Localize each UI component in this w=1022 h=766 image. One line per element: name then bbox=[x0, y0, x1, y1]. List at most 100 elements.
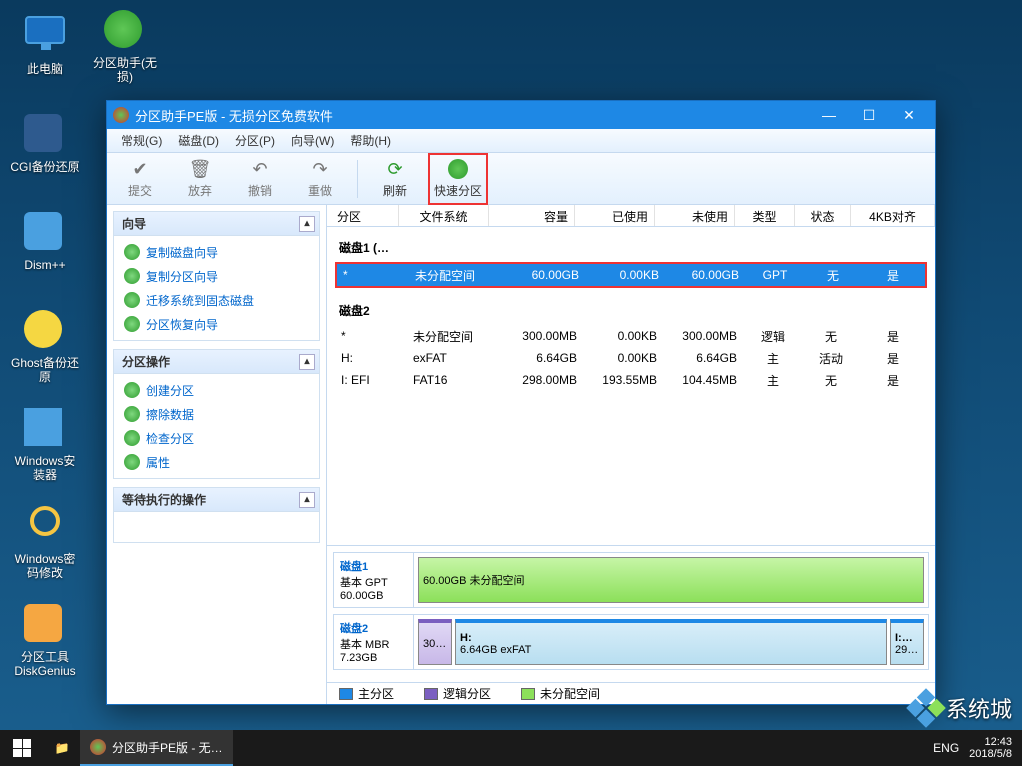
wizard-icon bbox=[124, 244, 140, 260]
legend-swatch-primary bbox=[339, 688, 353, 700]
desktop-icon-partition-assistant[interactable]: 分区助手(无损) bbox=[90, 10, 160, 108]
trash-icon: 🗑 bbox=[189, 158, 211, 180]
check-icon: ✔ bbox=[129, 158, 151, 180]
window-title: 分区助手PE版 - 无损分区免费软件 bbox=[135, 106, 333, 125]
menu-wizard[interactable]: 向导(W) bbox=[283, 132, 342, 149]
op-check-partition[interactable]: 检查分区 bbox=[114, 426, 319, 450]
column-headers: 分区 文件系统 容量 已使用 未使用 类型 状态 4KB对齐 bbox=[327, 205, 935, 227]
desktop-icon-win-password[interactable]: Windows密码修改 bbox=[10, 506, 80, 576]
titlebar[interactable]: 分区助手PE版 - 无损分区免费软件 — ☐ ✕ bbox=[107, 101, 935, 129]
op-icon bbox=[124, 430, 140, 446]
menu-help[interactable]: 帮助(H) bbox=[342, 132, 399, 149]
taskbar: 📁 分区助手PE版 - 无… ENG 12:43 2018/5/8 bbox=[0, 730, 1022, 766]
col-used[interactable]: 已使用 bbox=[575, 205, 655, 226]
disk-map[interactable]: 磁盘2 基本 MBR 7.23GB 30… H: 6.64GB exFAT I:… bbox=[333, 614, 929, 670]
col-filesystem[interactable]: 文件系统 bbox=[399, 205, 489, 226]
app-icon bbox=[90, 739, 106, 755]
segment-primary[interactable]: I:… 29… bbox=[890, 619, 924, 665]
desktop-icon-win-installer[interactable]: Windows安装器 bbox=[10, 408, 80, 478]
desktop-icons-col1: 此电脑 CGI备份还原 Dism++ Ghost备份还原 Windows安装器 … bbox=[10, 10, 100, 702]
disk-map-area: 磁盘1 基本 GPT 60.00GB 60.00GB 未分配空间 磁盘2 基本 … bbox=[327, 545, 935, 682]
app-window: 分区助手PE版 - 无损分区免费软件 — ☐ ✕ 常规(G) 磁盘(D) 分区(… bbox=[106, 100, 936, 705]
legend-swatch-unalloc bbox=[521, 688, 535, 700]
toolbar-separator bbox=[357, 160, 358, 198]
redo-icon: ↷ bbox=[309, 158, 331, 180]
toolbar-refresh[interactable]: ⟳刷新 bbox=[368, 156, 422, 202]
toolbar-undo[interactable]: ↶撤销 bbox=[233, 156, 287, 202]
main-area: 分区 文件系统 容量 已使用 未使用 类型 状态 4KB对齐 磁盘1 (… * … bbox=[327, 205, 935, 704]
table-row[interactable]: H: exFAT 6.64GB 0.00KB 6.64GB 主 活动 是 bbox=[335, 347, 927, 369]
panel-pending: 等待执行的操作▴ bbox=[113, 487, 320, 543]
disk-header[interactable]: 磁盘1 (… bbox=[335, 233, 927, 262]
disk-icon bbox=[447, 158, 469, 180]
op-icon bbox=[124, 454, 140, 470]
disk-map[interactable]: 磁盘1 基本 GPT 60.00GB 60.00GB 未分配空间 bbox=[333, 552, 929, 608]
wizard-copy-disk[interactable]: 复制磁盘向导 bbox=[114, 240, 319, 264]
wizard-icon bbox=[124, 268, 140, 284]
disk-map-info: 磁盘1 基本 GPT 60.00GB bbox=[334, 553, 414, 607]
toolbar: ✔提交 🗑放弃 ↶撤销 ↷重做 ⟳刷新 快速分区 bbox=[107, 153, 935, 205]
menu-general[interactable]: 常规(G) bbox=[113, 132, 170, 149]
refresh-icon: ⟳ bbox=[384, 158, 406, 180]
tray-lang[interactable]: ENG bbox=[933, 741, 959, 755]
table-row[interactable]: * 未分配空间 60.00GB 0.00KB 60.00GB GPT 无 是 bbox=[337, 264, 925, 286]
wizard-icon bbox=[124, 292, 140, 308]
disk-header[interactable]: 磁盘2 bbox=[335, 296, 927, 325]
desktop-icon-diskgenius[interactable]: 分区工具DiskGenius bbox=[10, 604, 80, 674]
undo-icon: ↶ bbox=[249, 158, 271, 180]
watermark: 系统城 bbox=[912, 692, 1012, 724]
toolbar-quick-partition[interactable]: 快速分区 bbox=[431, 156, 485, 202]
collapse-button[interactable]: ▴ bbox=[299, 492, 315, 508]
sidebar: 向导▴ 复制磁盘向导 复制分区向导 迁移系统到固态磁盘 分区恢复向导 分区操作▴… bbox=[107, 205, 327, 704]
segment-unallocated[interactable]: 60.00GB 未分配空间 bbox=[418, 557, 924, 603]
minimize-button[interactable]: — bbox=[809, 101, 849, 129]
op-erase-data[interactable]: 擦除数据 bbox=[114, 402, 319, 426]
wizard-migrate-ssd[interactable]: 迁移系统到固态磁盘 bbox=[114, 288, 319, 312]
col-capacity[interactable]: 容量 bbox=[489, 205, 575, 226]
table-row[interactable]: * 未分配空间 300.00MB 0.00KB 300.00MB 逻辑 无 是 bbox=[335, 325, 927, 347]
segment-primary[interactable]: H: 6.64GB exFAT bbox=[455, 619, 887, 665]
col-unused[interactable]: 未使用 bbox=[655, 205, 735, 226]
segment-logical[interactable]: 30… bbox=[418, 619, 452, 665]
system-tray: ENG 12:43 2018/5/8 bbox=[923, 736, 1022, 760]
collapse-button[interactable]: ▴ bbox=[299, 354, 315, 370]
close-button[interactable]: ✕ bbox=[889, 101, 929, 129]
desktop-icon-cgi-backup[interactable]: CGI备份还原 bbox=[10, 114, 80, 184]
table-row[interactable]: I: EFI FAT16 298.00MB 193.55MB 104.45MB … bbox=[335, 369, 927, 391]
col-type[interactable]: 类型 bbox=[735, 205, 795, 226]
desktop-icon-dism[interactable]: Dism++ bbox=[10, 212, 80, 282]
op-create-partition[interactable]: 创建分区 bbox=[114, 378, 319, 402]
taskbar-app-button[interactable]: 分区助手PE版 - 无… bbox=[80, 730, 233, 766]
panel-wizard: 向导▴ 复制磁盘向导 复制分区向导 迁移系统到固态磁盘 分区恢复向导 bbox=[113, 211, 320, 341]
desktop-icon-this-pc[interactable]: 此电脑 bbox=[10, 16, 80, 86]
legend: 主分区 逻辑分区 未分配空间 bbox=[327, 682, 935, 704]
menu-partition[interactable]: 分区(P) bbox=[227, 132, 283, 149]
window-controls: — ☐ ✕ bbox=[809, 101, 929, 129]
taskbar-file-explorer[interactable]: 📁 bbox=[44, 730, 80, 766]
panel-ops: 分区操作▴ 创建分区 擦除数据 检查分区 属性 bbox=[113, 349, 320, 479]
op-properties[interactable]: 属性 bbox=[114, 450, 319, 474]
tray-clock[interactable]: 12:43 2018/5/8 bbox=[969, 736, 1012, 760]
disk-map-info: 磁盘2 基本 MBR 7.23GB bbox=[334, 615, 414, 669]
toolbar-discard[interactable]: 🗑放弃 bbox=[173, 156, 227, 202]
partition-list: 磁盘1 (… * 未分配空间 60.00GB 0.00KB 60.00GB GP… bbox=[327, 227, 935, 545]
maximize-button[interactable]: ☐ bbox=[849, 101, 889, 129]
wizard-copy-partition[interactable]: 复制分区向导 bbox=[114, 264, 319, 288]
col-partition[interactable]: 分区 bbox=[327, 205, 399, 226]
op-icon bbox=[124, 382, 140, 398]
menubar: 常规(G) 磁盘(D) 分区(P) 向导(W) 帮助(H) bbox=[107, 129, 935, 153]
col-4k-align[interactable]: 4KB对齐 bbox=[851, 205, 935, 226]
menu-disk[interactable]: 磁盘(D) bbox=[170, 132, 227, 149]
col-status[interactable]: 状态 bbox=[795, 205, 851, 226]
app-icon bbox=[113, 107, 129, 123]
highlight-selected-row: * 未分配空间 60.00GB 0.00KB 60.00GB GPT 无 是 bbox=[335, 262, 927, 288]
legend-swatch-logical bbox=[424, 688, 438, 700]
wizard-icon bbox=[124, 316, 140, 332]
toolbar-redo[interactable]: ↷重做 bbox=[293, 156, 347, 202]
desktop-icon-ghost[interactable]: Ghost备份还原 bbox=[10, 310, 80, 380]
toolbar-commit[interactable]: ✔提交 bbox=[113, 156, 167, 202]
wizard-recover-partition[interactable]: 分区恢复向导 bbox=[114, 312, 319, 336]
collapse-button[interactable]: ▴ bbox=[299, 216, 315, 232]
start-button[interactable] bbox=[0, 730, 44, 766]
op-icon bbox=[124, 406, 140, 422]
